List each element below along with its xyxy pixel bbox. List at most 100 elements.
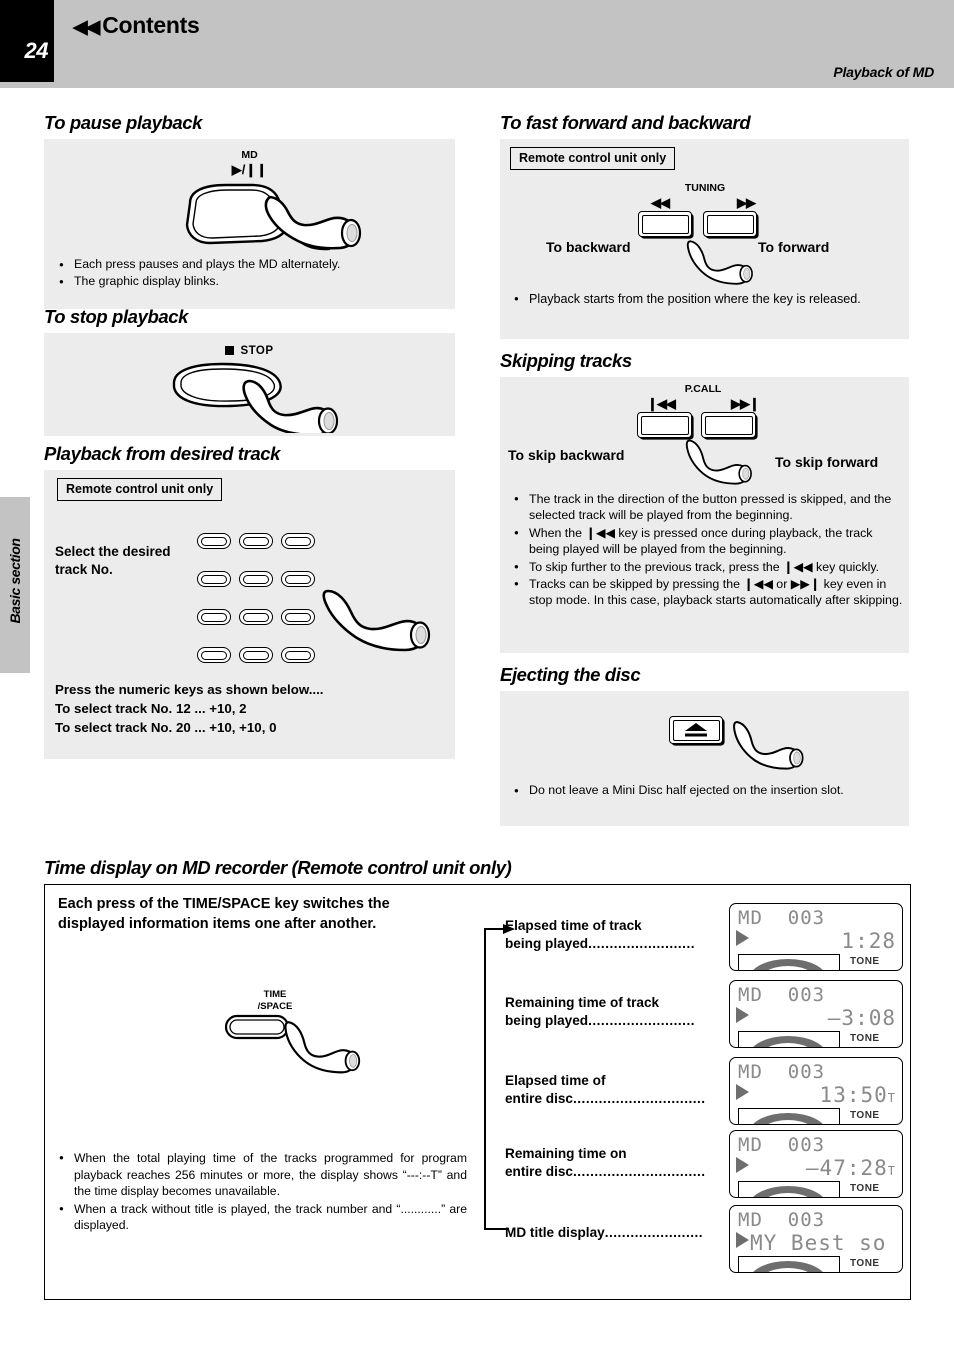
tuning-group-label: TUNING bbox=[684, 182, 726, 194]
fast-forward-bullets: Playback starts from the position where … bbox=[514, 291, 897, 309]
section-title: Playback of MD bbox=[833, 64, 934, 80]
item-label-line2: entire disc.............................… bbox=[505, 1091, 706, 1106]
eject-bullets: Do not leave a Mini Disc half ejected on… bbox=[514, 783, 904, 800]
list-item: Do not leave a Mini Disc half ejected on… bbox=[514, 783, 904, 799]
lcd-title-text: MY Best so bbox=[750, 1231, 887, 1255]
select-track-label-line1: Select the desired bbox=[55, 544, 171, 559]
to-skip-backward-label: To skip backward bbox=[508, 447, 625, 463]
key-inner bbox=[640, 415, 689, 435]
keypad-key[interactable] bbox=[281, 571, 315, 587]
keypad-key[interactable] bbox=[281, 609, 315, 625]
lcd-display: MD 003 MY Best so TONE bbox=[729, 1205, 903, 1273]
page-header: 24 ◀◀ Contents Playback of MD bbox=[0, 0, 954, 88]
lcd-row-top: MD 003 bbox=[738, 984, 826, 1006]
lcd-arc-graphic bbox=[749, 1113, 827, 1124]
keypad-key[interactable] bbox=[197, 609, 231, 625]
lcd-graphic-box bbox=[738, 954, 840, 970]
lcd-row-top: MD 003 bbox=[738, 1209, 826, 1231]
to-forward-label: To forward bbox=[758, 239, 830, 255]
key-inner bbox=[706, 214, 754, 234]
lcd-tone-label: TONE bbox=[850, 1110, 880, 1121]
keypad-key[interactable] bbox=[239, 571, 273, 587]
keypad-key[interactable] bbox=[197, 647, 231, 663]
panel-desired-track: Remote control unit only Select the desi… bbox=[44, 470, 455, 759]
tuning-forward-key[interactable] bbox=[703, 211, 757, 237]
list-item: Each press pauses and plays the MD alter… bbox=[59, 257, 439, 273]
rewind-icon: ◀◀ bbox=[651, 195, 670, 210]
pointing-hand-icon bbox=[733, 721, 804, 770]
stop-key-illustration[interactable] bbox=[164, 361, 364, 433]
leader-dots: ....................... bbox=[604, 1225, 704, 1240]
page-number-box: 24 bbox=[0, 0, 54, 82]
play-pause-icon: ▶/❙❙ bbox=[231, 162, 268, 177]
keypad-key[interactable] bbox=[239, 609, 273, 625]
lcd-row-top: MD 003 bbox=[738, 907, 826, 929]
heading-to-pause-playback: To pause playback bbox=[44, 112, 203, 133]
keypad-note-line1: Press the numeric keys as shown below...… bbox=[55, 682, 324, 697]
key-inner bbox=[704, 415, 753, 435]
stop-button-caption: STOP bbox=[44, 341, 455, 359]
time-space-key-label-line2: /SPACE bbox=[257, 1001, 293, 1012]
item-label-line2: being played......................... bbox=[505, 1013, 696, 1028]
list-item: When the total playing time of the track… bbox=[59, 1150, 467, 1200]
tuning-backward-key[interactable] bbox=[638, 211, 692, 237]
lcd-display: MD 003 1:28 TONE bbox=[729, 903, 903, 971]
time-display-bullets: When the total playing time of the track… bbox=[59, 1150, 467, 1235]
skip-forward-icon: ▶▶❙ bbox=[731, 396, 760, 411]
keypad-key[interactable] bbox=[239, 647, 273, 663]
keypad-key[interactable] bbox=[239, 533, 273, 549]
leader-dots: ............................... bbox=[573, 1091, 706, 1106]
play-triangle-icon bbox=[736, 1232, 749, 1248]
md-play-pause-key-illustration[interactable] bbox=[174, 181, 384, 251]
keypad-key[interactable] bbox=[281, 647, 315, 663]
list-item: To skip further to the previous track, p… bbox=[514, 559, 904, 575]
badge-remote-control-only: Remote control unit only bbox=[510, 147, 676, 170]
item-label-line1: Remaining time of track bbox=[505, 995, 660, 1010]
lcd-suffix: T bbox=[887, 1164, 896, 1178]
lcd-tone-label: TONE bbox=[850, 1258, 880, 1269]
leader-dots: ............................... bbox=[573, 1164, 706, 1179]
keypad-note-line3: To select track No. 20 ... +10, +10, 0 bbox=[55, 720, 277, 735]
list-item: When the ❙◀◀ key is pressed once during … bbox=[514, 525, 904, 558]
contents-link[interactable]: ◀◀ Contents bbox=[73, 12, 200, 39]
keypad-note-line2: To select track No. 12 ... +10, 2 bbox=[55, 701, 247, 716]
to-backward-label: To backward bbox=[546, 239, 631, 255]
leader-dots: ......................... bbox=[588, 936, 696, 951]
lcd-graphic-box bbox=[738, 1108, 840, 1124]
panel-stop-playback: STOP bbox=[44, 333, 455, 436]
lcd-row-value: –3:08 bbox=[827, 1006, 896, 1030]
contents-label: Contents bbox=[102, 12, 200, 38]
list-item: When a track without title is played, th… bbox=[59, 1201, 467, 1234]
lcd-graphic-box bbox=[738, 1256, 840, 1272]
lcd-display: MD 003 13:50T TONE bbox=[729, 1057, 903, 1125]
list-item: Playback starts from the position where … bbox=[514, 291, 897, 308]
skipping-bullets: The track in the direction of the button… bbox=[514, 491, 904, 610]
badge-remote-control-only: Remote control unit only bbox=[57, 478, 223, 501]
time-space-key-label-line1: TIME bbox=[263, 989, 287, 1000]
list-item: The graphic display blinks. bbox=[59, 274, 439, 290]
lcd-arc-graphic bbox=[749, 1261, 827, 1272]
lcd-display: MD 003 –3:08 TONE bbox=[729, 980, 903, 1048]
heading-fast-forward-backward: To fast forward and backward bbox=[500, 112, 751, 133]
lcd-tone-label: TONE bbox=[850, 956, 880, 967]
eject-icon bbox=[685, 723, 707, 737]
select-track-label-line2: track No. bbox=[55, 562, 113, 577]
page-number: 24 bbox=[24, 38, 49, 63]
time-display-intro-line1: Each press of the TIME/SPACE key switche… bbox=[58, 896, 390, 912]
lcd-display: MD 003 –47:28T TONE bbox=[729, 1130, 903, 1198]
lcd-row-top: MD 003 bbox=[738, 1061, 826, 1083]
skip-backward-icon: ❙◀◀ bbox=[647, 396, 676, 411]
keypad-key[interactable] bbox=[197, 571, 231, 587]
item-label-line2: entire disc.............................… bbox=[505, 1164, 706, 1179]
item-label-line1: Remaining time on bbox=[505, 1146, 627, 1161]
pointing-hand-icon bbox=[686, 240, 753, 285]
rewind-icon: ◀◀ bbox=[73, 17, 100, 38]
keypad-key[interactable] bbox=[281, 533, 315, 549]
pointing-hand-icon bbox=[322, 589, 431, 652]
item-label-line1: Elapsed time of track bbox=[505, 918, 642, 933]
panel-ejecting-disc: Do not leave a Mini Disc half ejected on… bbox=[500, 691, 909, 826]
lcd-row-top: MD 003 bbox=[738, 1134, 826, 1156]
eject-key[interactable] bbox=[669, 716, 723, 744]
key-inner bbox=[641, 214, 689, 234]
keypad-key[interactable] bbox=[197, 533, 231, 549]
